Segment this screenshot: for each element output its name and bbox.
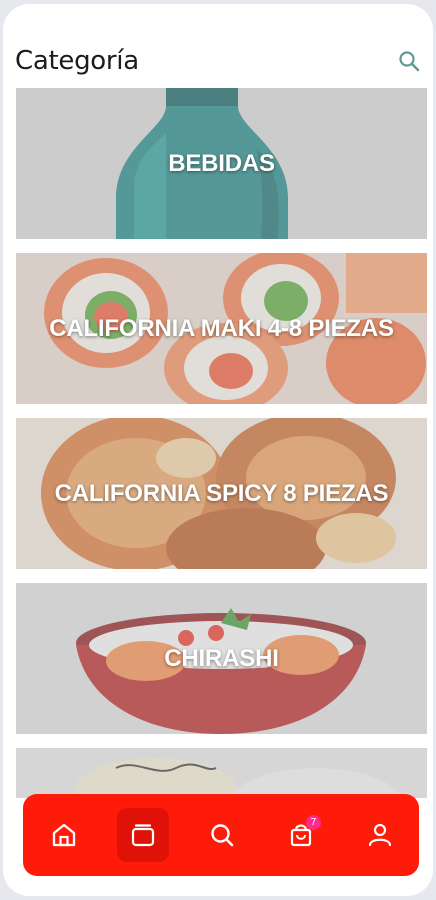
category-card-bebidas[interactable]: BEBIDAS	[16, 88, 427, 239]
nav-cart[interactable]	[275, 808, 327, 862]
category-label: BEBIDAS	[168, 149, 275, 177]
cart-count-badge: 7	[306, 815, 321, 830]
category-card-california-maki[interactable]: CALIFORNIA MAKI 4-8 PIEZAS	[16, 253, 427, 404]
category-card-chirashi[interactable]: CHIRASHI	[16, 583, 427, 734]
search-icon	[211, 824, 234, 847]
app-screen: Categoría BEBIDAS CALIFORNIA MAKI 4-8 PI…	[3, 4, 433, 896]
search-button[interactable]	[397, 49, 421, 73]
bottom-navigation: 7	[23, 794, 419, 876]
header: Categoría	[3, 4, 433, 88]
home-icon	[52, 823, 76, 847]
nav-search[interactable]	[196, 808, 248, 862]
category-label: CALIFORNIA SPICY 8 PIEZAS	[54, 479, 389, 507]
category-label: CALIFORNIA MAKI 4-8 PIEZAS	[49, 314, 394, 342]
categories-icon	[131, 824, 155, 847]
nav-profile[interactable]	[354, 808, 406, 862]
category-card-next[interactable]	[16, 748, 427, 798]
card-overlay	[16, 748, 427, 798]
profile-icon	[368, 823, 392, 847]
page-title: Categoría	[15, 46, 139, 76]
search-icon	[399, 51, 420, 72]
category-card-california-spicy[interactable]: CALIFORNIA SPICY 8 PIEZAS	[16, 418, 427, 569]
category-label: CHIRASHI	[164, 644, 279, 672]
category-list[interactable]: BEBIDAS CALIFORNIA MAKI 4-8 PIEZAS CALIF…	[3, 88, 433, 798]
nav-categories[interactable]	[117, 808, 169, 862]
nav-home[interactable]	[38, 808, 90, 862]
